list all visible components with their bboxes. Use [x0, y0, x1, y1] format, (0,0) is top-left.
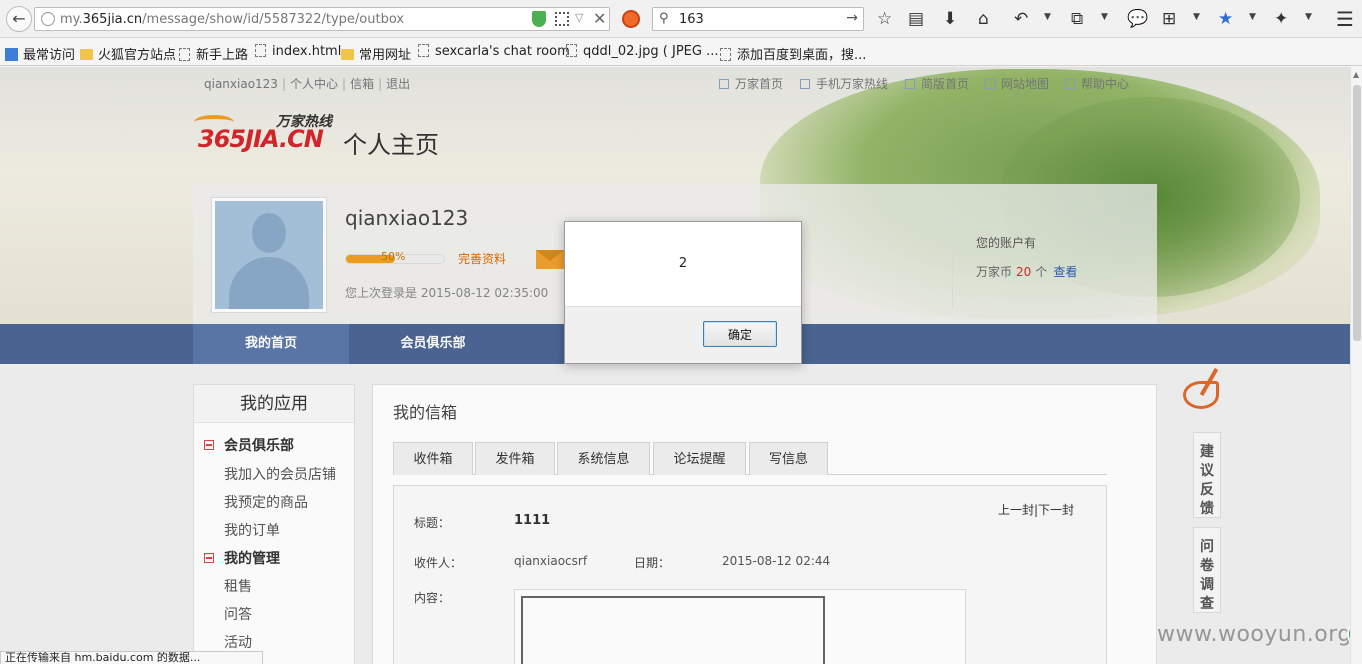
ok-button[interactable]: 确定: [703, 321, 777, 347]
undo-icon[interactable]: ↶: [1014, 9, 1028, 29]
search-bar[interactable]: ⚲ 163 →: [652, 7, 864, 31]
arrow-right-icon[interactable]: →: [846, 10, 858, 26]
chevron-down-icon[interactable]: ▼: [1249, 12, 1256, 22]
scroll-up-icon[interactable]: ▲: [1353, 70, 1359, 79]
search-icon: ⚲: [659, 11, 669, 26]
scroll-thumb[interactable]: [1353, 85, 1361, 341]
bookmark-special-icon: [5, 48, 18, 61]
bookmark-item[interactable]: 火狐官方站点: [80, 44, 176, 63]
bookmark-item[interactable]: 添加百度到桌面，搜...: [720, 44, 866, 63]
page-scrollbar[interactable]: ▲: [1350, 67, 1362, 664]
menu-icon[interactable]: ☰: [1336, 9, 1354, 29]
page-icon: [720, 48, 731, 61]
bookmark-item[interactable]: sexcarla's chat room: [418, 44, 570, 59]
url-text[interactable]: my.365jia.cn/message/show/id/5587322/typ…: [60, 12, 404, 27]
folder-icon: [341, 49, 354, 60]
adblock-icon[interactable]: [622, 10, 640, 28]
alert-message: 2: [678, 256, 688, 271]
web-page: qianxiao123 | 个人中心 | 信箱 | 退出 万家首页 手机万家热线 简版首页 …: [0, 67, 1350, 664]
url-bar[interactable]: my.365jia.cn/message/show/id/5587322/typ…: [34, 7, 610, 31]
page-icon: [418, 44, 429, 57]
page-icon: [255, 44, 266, 57]
chevron-down-icon[interactable]: ▼: [1193, 12, 1200, 22]
screenshot-icon[interactable]: ⧉: [1071, 9, 1083, 29]
close-icon[interactable]: ✕: [593, 9, 606, 28]
chevron-down-icon[interactable]: ▼: [1101, 12, 1108, 22]
bookmark-item[interactable]: 常用网址: [341, 44, 411, 63]
globe-icon: [41, 12, 55, 26]
favorite-star-icon[interactable]: ★: [1218, 9, 1233, 29]
alert-dialog: 2 确定: [564, 221, 802, 364]
star-icon[interactable]: ☆: [877, 9, 892, 29]
status-bar: 正在传输来自 hm.baidu.com 的数据...: [0, 651, 263, 664]
crop-icon[interactable]: ⊞: [1162, 9, 1176, 29]
download-icon[interactable]: ⬇: [943, 9, 957, 29]
page-icon: [179, 48, 190, 61]
modal-overlay: [0, 67, 1350, 664]
bookmark-item[interactable]: qddl_02.jpg ( JPEG ...: [566, 44, 718, 59]
bookmark-item[interactable]: 最常访问: [5, 44, 75, 63]
chevron-down-icon[interactable]: ▼: [1305, 12, 1312, 22]
qr-code-icon[interactable]: [555, 12, 569, 26]
browser-toolbar: ← my.365jia.cn/message/show/id/5587322/t…: [0, 0, 1362, 38]
chevron-down-icon[interactable]: ▽: [575, 11, 583, 24]
back-arrow-icon[interactable]: ←: [6, 6, 32, 32]
home-icon[interactable]: ⌂: [978, 9, 989, 29]
bookmark-item[interactable]: index.html: [255, 44, 341, 59]
bookmark-item[interactable]: 新手上路: [179, 44, 248, 63]
chat-icon[interactable]: 💬: [1127, 9, 1148, 29]
shield-icon[interactable]: [532, 11, 546, 27]
reading-list-icon[interactable]: ▤: [908, 9, 924, 29]
mosquito-icon[interactable]: ✦: [1274, 9, 1288, 29]
alert-footer: 确定: [565, 306, 801, 363]
search-input[interactable]: 163: [679, 12, 704, 27]
folder-icon: [80, 49, 93, 60]
bookmarks-bar: 最常访问 火狐官方站点 新手上路 index.html 常用网址 sexcarl…: [0, 38, 1362, 66]
page-icon: [566, 44, 577, 57]
chevron-down-icon[interactable]: ▼: [1044, 12, 1051, 22]
